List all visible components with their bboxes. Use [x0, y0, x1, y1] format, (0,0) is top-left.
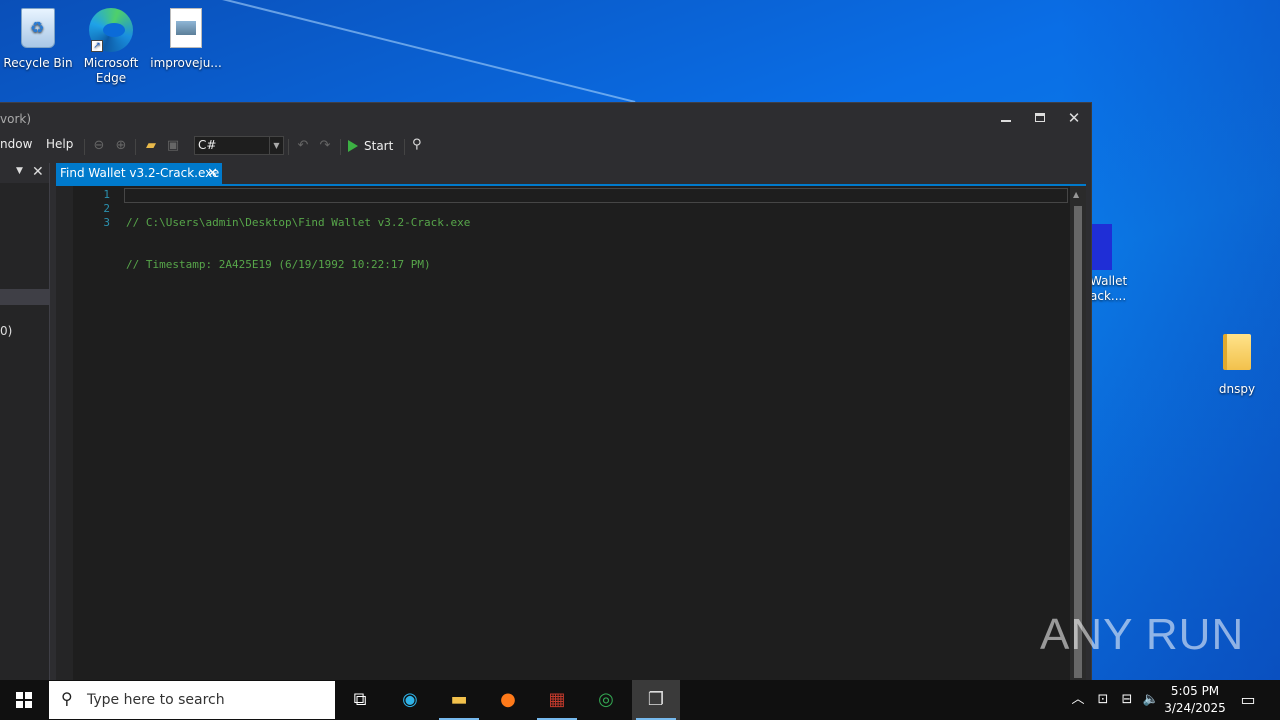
maximize-icon: [1035, 113, 1045, 122]
folder-icon: ▬: [450, 689, 468, 710]
minimize-button[interactable]: [989, 107, 1023, 129]
language-select[interactable]: C# ▼: [194, 136, 284, 155]
pane-header: ▼ ✕: [0, 163, 49, 183]
play-icon: [348, 139, 358, 152]
edge-icon: ◉: [402, 689, 418, 710]
edge-icon: ↗: [89, 8, 133, 52]
desktop-icon-label-partial: Wallet ack....: [1090, 274, 1128, 303]
taskbar-clock[interactable]: 5:05 PM 3/24/2025: [1160, 683, 1230, 717]
taskbar: ⚲ Type here to search ⧉ ◉ ▬ ● ▦ ◎ ❐ ︿ ⊡ …: [0, 680, 1280, 720]
taskbar-dnspy[interactable]: ❐: [632, 680, 680, 720]
toolbar-separator: [135, 139, 136, 155]
wallet-exe-icon[interactable]: [1092, 224, 1112, 270]
line-number: 2: [103, 202, 110, 215]
search-placeholder: Type here to search: [87, 692, 225, 708]
desktop-icon-label: Recycle Bin: [3, 56, 73, 70]
show-hidden-icons-button[interactable]: ︿: [1068, 680, 1088, 720]
notification-icon: ▭: [1240, 690, 1256, 709]
volume-icon[interactable]: 🔈: [1140, 680, 1162, 720]
scroll-thumb[interactable]: [1074, 206, 1082, 678]
chrome-icon: ◎: [598, 689, 614, 710]
start-label: Start: [364, 139, 394, 153]
redo-icon[interactable]: ↷: [316, 137, 334, 155]
task-view-icon: ⧉: [353, 689, 367, 710]
tray-device-icon[interactable]: ⊡: [1093, 680, 1113, 720]
start-debug-button[interactable]: Start: [348, 136, 393, 156]
taskbar-chrome[interactable]: ◎: [582, 680, 630, 720]
anyrun-watermark: ANY RUN: [1040, 610, 1245, 659]
forward-icon[interactable]: ⊕: [112, 137, 130, 155]
back-icon[interactable]: ⊖: [90, 137, 108, 155]
maximize-button[interactable]: [1023, 107, 1057, 129]
line-numbers: 1 2 3: [86, 188, 110, 230]
task-view-button[interactable]: ⧉: [336, 680, 384, 720]
desktop-icon-recycle-bin[interactable]: ♻ Recycle Bin: [0, 8, 76, 71]
taskbar-edge[interactable]: ◉: [386, 680, 434, 720]
code-line: // C:\Users\admin\Desktop\Find Wallet v3…: [126, 216, 471, 229]
start-button[interactable]: [0, 680, 48, 720]
desktop-icon-improveju[interactable]: improveju...: [148, 8, 224, 71]
taskbar-firefox[interactable]: ●: [484, 680, 532, 720]
line-number: 1: [103, 188, 110, 201]
chevron-down-icon: ▼: [269, 137, 283, 154]
winrar-icon: ▦: [548, 689, 566, 710]
desktop-icon-label: improveju...: [150, 56, 222, 70]
undo-icon[interactable]: ↶: [294, 137, 312, 155]
vertical-scrollbar[interactable]: ▲: [1070, 186, 1086, 681]
language-select-value: C#: [198, 138, 217, 152]
close-icon: ✕: [1067, 109, 1081, 127]
assembly-explorer-pane: ▼ ✕ 0): [0, 163, 50, 681]
chevron-down-icon[interactable]: ▼: [16, 166, 23, 176]
code-content: // C:\Users\admin\Desktop\Find Wallet v3…: [126, 188, 470, 328]
window-stack-icon: ❐: [647, 689, 665, 710]
title-bar: vork) ✕: [0, 103, 1091, 133]
save-icon[interactable]: ▣: [164, 137, 182, 155]
close-icon[interactable]: ✕: [32, 164, 44, 180]
desktop-icon-label: Microsoft Edge: [83, 56, 139, 85]
scroll-up-icon[interactable]: ▲: [1073, 190, 1079, 199]
firefox-icon: ●: [500, 689, 516, 710]
windows-logo-icon: [16, 692, 32, 708]
menu-window[interactable]: ndow: [0, 137, 32, 151]
toolbar-separator: [288, 139, 289, 155]
taskbar-file-explorer[interactable]: ▬: [435, 680, 483, 720]
window-title: vork): [0, 112, 32, 126]
close-icon[interactable]: ✕: [207, 163, 218, 184]
toolbar-separator: [340, 139, 341, 155]
code-editor[interactable]: 1 2 3 // C:\Users\admin\Desktop\Find Wal…: [56, 186, 1070, 681]
search-icon: ⚲: [61, 689, 73, 708]
clock-time: 5:05 PM: [1170, 684, 1220, 698]
chevron-up-icon: ︿: [1071, 692, 1085, 707]
desktop-icon-dnspy[interactable]: dnspy: [1199, 334, 1275, 397]
network-icon[interactable]: ⊟: [1116, 680, 1138, 720]
image-file-icon: [164, 8, 208, 52]
code-line: // Timestamp: 2A425E19 (6/19/1992 10:22:…: [126, 258, 431, 271]
minimize-icon: [1001, 119, 1011, 122]
taskbar-search-box[interactable]: ⚲ Type here to search: [49, 681, 335, 719]
taskbar-winrar[interactable]: ▦: [533, 680, 581, 720]
tree-item-text[interactable]: 0): [0, 324, 12, 338]
line-number: 3: [103, 216, 110, 229]
desktop-icon-edge[interactable]: ↗ Microsoft Edge: [73, 8, 149, 86]
tab-find-wallet[interactable]: Find Wallet v3.2-Crack.exe ✕: [56, 163, 222, 184]
desktop-icon-label: dnspy: [1218, 382, 1256, 396]
clock-date: 3/24/2025: [1164, 701, 1226, 715]
open-folder-icon[interactable]: ▰: [142, 137, 160, 155]
toolbar: ndow Help ⊖ ⊕ ▰ ▣ C# ▼ ↶ ↷ Start ⚲: [0, 133, 1091, 159]
menu-help[interactable]: Help: [46, 137, 73, 151]
selected-tree-item[interactable]: [0, 289, 49, 305]
dnspy-window: vork) ✕ ndow Help ⊖ ⊕ ▰ ▣ C# ▼ ↶ ↷ Start…: [0, 102, 1092, 681]
editor-gutter: [56, 186, 73, 681]
close-button[interactable]: ✕: [1057, 107, 1091, 129]
tab-label: Find Wallet v3.2-Crack.exe: [60, 166, 220, 180]
toolbar-separator: [84, 139, 85, 155]
recycle-bin-icon: ♻: [16, 8, 60, 52]
action-center-button[interactable]: ▭: [1234, 680, 1262, 720]
toolbar-separator: [404, 139, 405, 155]
folder-icon: [1215, 334, 1259, 378]
search-icon[interactable]: ⚲: [412, 137, 430, 155]
